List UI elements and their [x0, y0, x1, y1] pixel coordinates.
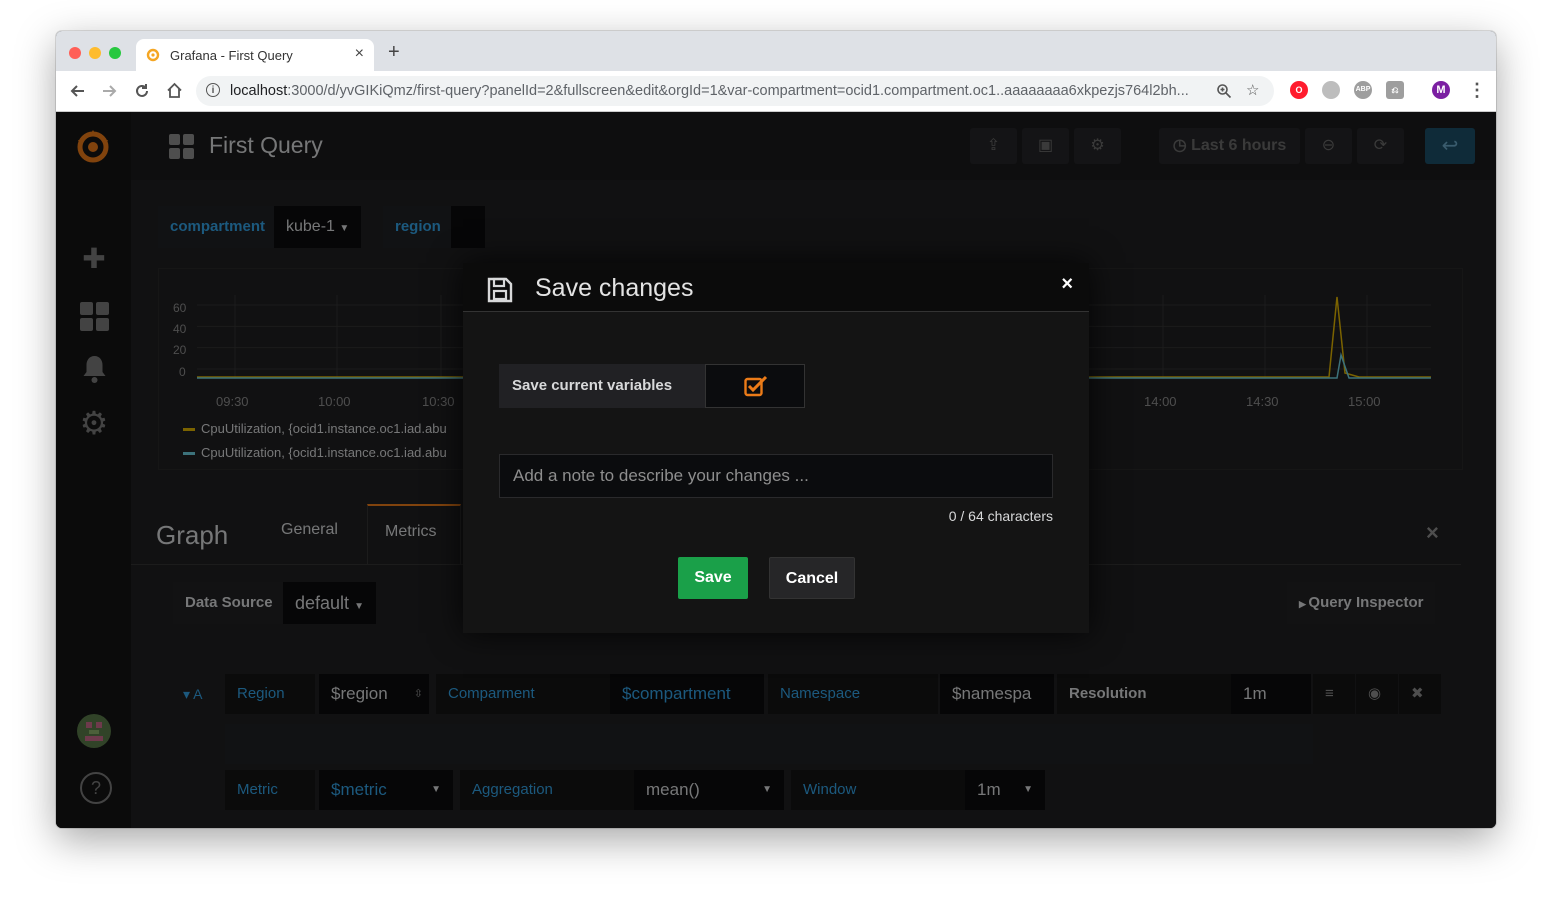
- save-variables-label: Save current variables: [499, 364, 705, 408]
- browser-tab[interactable]: Grafana - First Query ×: [136, 39, 374, 71]
- maximize-window-button[interactable]: [109, 47, 121, 59]
- new-tab-button[interactable]: +: [388, 41, 400, 64]
- url-text: localhost:3000/d/yvGIKiQmz/first-query?p…: [230, 83, 1190, 99]
- home-icon[interactable]: [166, 82, 183, 99]
- reload-icon[interactable]: [134, 83, 150, 99]
- tab-title: Grafana - First Query: [170, 48, 293, 63]
- browser-toolbar: i localhost:3000/d/yvGIKiQmz/first-query…: [56, 71, 1496, 112]
- note-input[interactable]: [499, 454, 1053, 498]
- site-info-icon[interactable]: i: [206, 83, 220, 97]
- extension-square-icon[interactable]: ⎌: [1386, 81, 1404, 99]
- modal-header: Save changes ×: [463, 263, 1089, 312]
- browser-menu-icon[interactable]: ⋮: [1468, 80, 1486, 101]
- browser-tabbar: Grafana - First Query × +: [56, 31, 1496, 71]
- url-path: :3000/d/yvGIKiQmz/first-query?panelId=2&…: [287, 83, 1189, 99]
- browser-window: Grafana - First Query × + i localhost:30…: [56, 31, 1496, 828]
- char-count: 0 / 64 characters: [948, 508, 1053, 524]
- save-button[interactable]: Save: [678, 557, 748, 599]
- save-variables-checkbox[interactable]: [705, 364, 805, 408]
- close-window-button[interactable]: [69, 47, 81, 59]
- address-bar[interactable]: i localhost:3000/d/yvGIKiQmz/first-query…: [196, 76, 1274, 106]
- tab-close-icon[interactable]: ×: [355, 45, 364, 63]
- checkbox-checked-icon: [744, 375, 768, 397]
- profile-avatar[interactable]: M: [1432, 81, 1450, 99]
- modal-title: Save changes: [535, 274, 694, 302]
- extension-circle-icon[interactable]: [1322, 81, 1340, 99]
- grafana-favicon-icon: [146, 48, 160, 62]
- bookmark-star-icon[interactable]: ☆: [1246, 81, 1259, 99]
- modal-backdrop[interactable]: Save changes × Save current variables 0 …: [56, 112, 1496, 828]
- zoom-icon[interactable]: [1216, 83, 1232, 99]
- minimize-window-button[interactable]: [89, 47, 101, 59]
- forward-arrow-icon[interactable]: [102, 83, 118, 99]
- url-host: localhost: [230, 83, 288, 99]
- opera-extension-icon[interactable]: O: [1290, 81, 1308, 99]
- save-floppy-icon: [487, 277, 513, 303]
- save-changes-modal: Save changes × Save current variables 0 …: [463, 263, 1089, 633]
- cancel-button[interactable]: Cancel: [769, 557, 855, 599]
- adblock-extension-icon[interactable]: ABP: [1354, 81, 1372, 99]
- back-arrow-icon[interactable]: [69, 83, 85, 99]
- modal-close-icon[interactable]: ×: [1061, 273, 1073, 296]
